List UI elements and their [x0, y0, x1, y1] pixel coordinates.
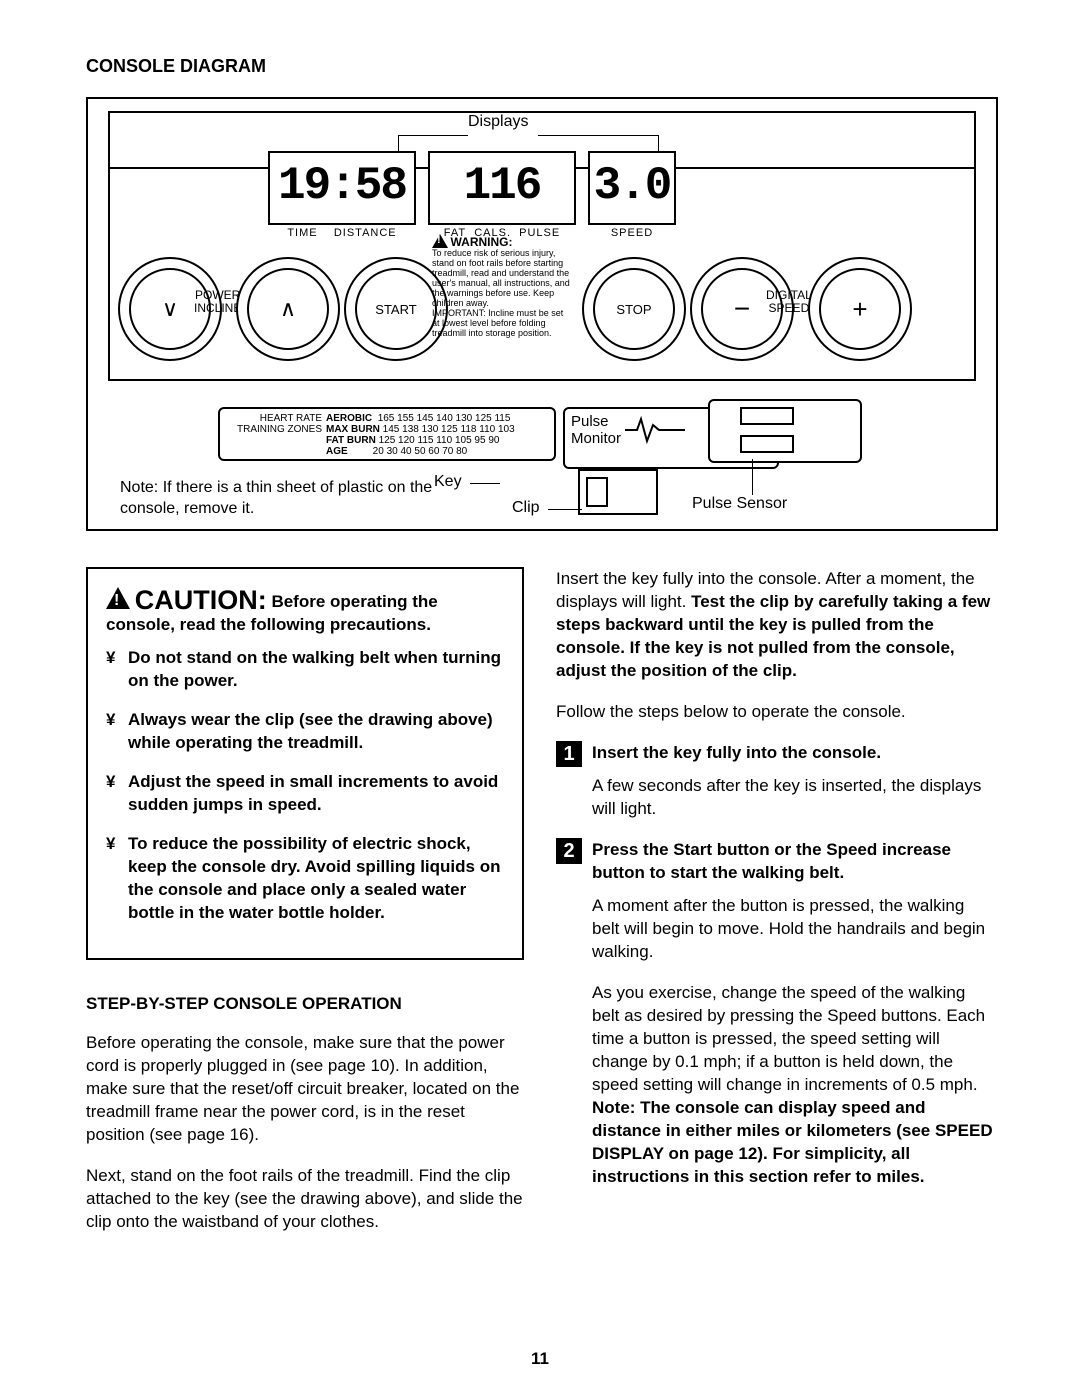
- power-incline-label: POWER INCLINE: [194, 289, 241, 315]
- button-inner: START: [355, 268, 437, 350]
- leader-line: [538, 135, 658, 136]
- page-number: 11: [0, 1349, 1080, 1369]
- tz-row-label: AEROBIC: [326, 413, 372, 424]
- warning-body: To reduce risk of serious injury, stand …: [432, 248, 570, 308]
- callout-pulse-sensor: Pulse Sensor: [692, 495, 787, 513]
- warning-icon: [106, 587, 130, 609]
- display-labels: TIME DISTANCE: [270, 227, 414, 239]
- callout-displays: Displays: [468, 113, 528, 131]
- warning-icon: [432, 234, 448, 248]
- display-value: 3.0: [590, 153, 674, 213]
- chevron-down-icon: ∨: [162, 296, 178, 322]
- stop-button[interactable]: STOP: [582, 257, 686, 361]
- section-title: CONSOLE DIAGRAM: [86, 56, 994, 77]
- caution-box: CAUTION: Before operating the console, r…: [86, 567, 524, 960]
- display-value: 116: [430, 153, 574, 213]
- right-para: Follow the steps below to operate the co…: [556, 700, 994, 723]
- display-value: 19:58: [270, 153, 414, 213]
- caution-bullet: Adjust the speed in small increments to …: [106, 770, 504, 816]
- heartbeat-icon: [625, 415, 685, 445]
- digital-speed-label: DIGITAL SPEED: [766, 289, 812, 315]
- tz-row-label: AGE: [326, 446, 348, 457]
- step-title: Insert the key fully into the console.: [592, 741, 994, 764]
- caution-bullet: Do not stand on the walking belt when tu…: [106, 646, 504, 692]
- step-body: A few seconds after the key is inserted,…: [556, 774, 994, 820]
- button-inner: +: [819, 268, 901, 350]
- step-number: 2: [556, 838, 582, 864]
- label-speed: SPEED: [611, 227, 653, 239]
- leader-line: [752, 459, 753, 495]
- display-speed: 3.0 SPEED: [588, 151, 676, 225]
- operation-para: Next, stand on the foot rails of the tre…: [86, 1164, 524, 1233]
- step-block: 2 Press the Start button or the Speed in…: [556, 838, 994, 884]
- step-body-bold: Note: The console can display speed and …: [592, 1098, 993, 1186]
- chevron-up-icon: ∧: [280, 296, 296, 322]
- step-body: As you exercise, change the speed of the…: [556, 981, 994, 1188]
- key-inner: [586, 477, 608, 507]
- key-clip-box: [578, 469, 658, 515]
- leader-line: [548, 509, 582, 510]
- stop-label: STOP: [616, 302, 651, 317]
- training-zone-text: HEART RATE TRAINING ZONES AEROBIC 165 15…: [220, 409, 554, 461]
- operation-para: Before operating the console, make sure …: [86, 1031, 524, 1146]
- tz-row-vals: 145 138 130 125 118 110 103: [383, 424, 515, 435]
- display-time-distance: 19:58 TIME DISTANCE: [268, 151, 416, 225]
- tz-row-vals: 125 120 115 110 105 95 90: [379, 435, 500, 446]
- plus-icon: +: [852, 294, 867, 325]
- start-label: START: [375, 302, 416, 317]
- minus-icon: −: [734, 293, 750, 325]
- tz-row-label: FAT BURN: [326, 435, 376, 446]
- right-para: Insert the key fully into the console. A…: [556, 567, 994, 682]
- speed-up-button[interactable]: +: [808, 257, 912, 361]
- pulse-sensor-panel: [708, 399, 862, 463]
- tz-row-vals: 20 30 40 50 60 70 80: [370, 446, 467, 457]
- leader-line: [470, 483, 500, 484]
- caution-bullet: To reduce the possibility of electric sh…: [106, 832, 504, 924]
- label-time: TIME: [287, 227, 317, 239]
- callout-clip: Clip: [512, 499, 540, 517]
- caution-bullets: Do not stand on the walking belt when tu…: [106, 646, 504, 924]
- step-block: 1 Insert the key fully into the console.: [556, 741, 994, 764]
- display-labels: SPEED: [590, 227, 674, 239]
- tz-heading: HEART RATE TRAINING ZONES: [237, 413, 322, 435]
- step-body: A moment after the button is pressed, th…: [556, 894, 994, 963]
- display-fat-cals-pulse: 116 FAT CALS. PULSE: [428, 151, 576, 225]
- callout-pulse-monitor: Pulse Monitor: [571, 413, 621, 447]
- step-title: Press the Start button or the Speed incr…: [592, 838, 994, 884]
- operation-heading: STEP-BY-STEP CONSOLE OPERATION: [86, 992, 524, 1015]
- caution-heading: CAUTION: Before operating the console, r…: [106, 587, 504, 636]
- label-distance: DISTANCE: [334, 227, 397, 239]
- warning-panel: WARNING: To reduce risk of serious injur…: [432, 234, 572, 338]
- button-inner: ∧: [247, 268, 329, 350]
- button-inner: STOP: [593, 268, 675, 350]
- console-diagram: Displays 19:58 TIME DISTANCE 116 FAT CAL…: [86, 97, 998, 531]
- tz-row-vals: 165 155 145 140 130 125 115: [378, 413, 511, 424]
- training-zone-panel: HEART RATE TRAINING ZONES AEROBIC 165 15…: [218, 407, 556, 461]
- tz-row-label: MAX BURN: [326, 424, 380, 435]
- sensor-slot: [740, 435, 794, 453]
- sensor-slot: [740, 407, 794, 425]
- right-column: Insert the key fully into the console. A…: [556, 567, 994, 1251]
- step-body-text: As you exercise, change the speed of the…: [592, 983, 985, 1094]
- left-column: CAUTION: Before operating the console, r…: [86, 567, 524, 1251]
- diagram-note: Note: If there is a thin sheet of plasti…: [120, 477, 440, 519]
- caution-word: CAUTION:: [135, 585, 267, 615]
- leader-line: [398, 135, 468, 136]
- warning-title: WARNING:: [451, 235, 513, 249]
- caution-bullet: Always wear the clip (see the drawing ab…: [106, 708, 504, 754]
- step-number: 1: [556, 741, 582, 767]
- warning-important: IMPORTANT: Incline must be set at lowest…: [432, 308, 563, 338]
- incline-up-button[interactable]: ∧: [236, 257, 340, 361]
